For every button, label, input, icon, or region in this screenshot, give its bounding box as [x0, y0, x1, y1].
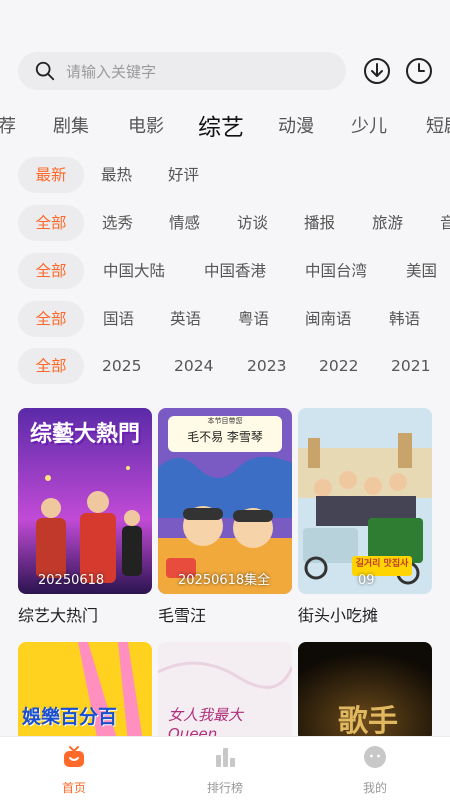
- card-title: 街头小吃摊: [298, 606, 379, 625]
- bottom-nav: 首页 排行榜 我的: [0, 736, 450, 800]
- filter-chip-genre-interview[interactable]: 访谈: [237, 205, 268, 241]
- filter-chip-language-korean[interactable]: 韩语: [389, 301, 420, 337]
- filter-chip-top-rated[interactable]: 好评: [168, 157, 199, 193]
- nav-home[interactable]: 首页: [34, 745, 114, 796]
- history-clock-icon[interactable]: [404, 56, 434, 86]
- poster-image[interactable]: 本节目带您 毛不易 李雪琴 20250618集全: [158, 408, 292, 594]
- filter-chip-genre-travel[interactable]: 旅游: [372, 205, 403, 241]
- poster-image[interactable]: 综藝大熱門 20250618: [18, 408, 152, 594]
- poster-image[interactable]: 女人我最大 Queen: [158, 642, 292, 742]
- poster-title-text: 歌手: [338, 704, 398, 739]
- poster-title-text: 综藝大熱門: [29, 422, 140, 447]
- category-tabs: 荐 剧集 电影 综艺 动漫 少儿 短剧: [0, 104, 450, 144]
- filter-chip-genre-all[interactable]: 全部: [18, 205, 84, 241]
- search-icon: [35, 61, 55, 81]
- tab-movie[interactable]: 电影: [128, 112, 164, 138]
- tab-kids[interactable]: 少儿: [351, 112, 387, 138]
- poster-image[interactable]: 길거리 맛집사 09: [298, 408, 432, 594]
- episode-badge: 20250618: [38, 573, 105, 588]
- filter-chip-year-all[interactable]: 全部: [18, 348, 84, 384]
- tab-anime[interactable]: 动漫: [278, 112, 314, 138]
- filter-chip-language-minnan[interactable]: 闽南语: [305, 301, 352, 337]
- filter-chip-region-mainland[interactable]: 中国大陆: [103, 253, 165, 289]
- nav-label: 我的: [362, 781, 387, 795]
- filter-chip-genre-broadcast[interactable]: 播报: [304, 205, 335, 241]
- filter-chip-region-taiwan[interactable]: 中国台湾: [305, 253, 367, 289]
- filter-row-year: 全部 2025 2024 2023 2022 2021: [0, 348, 450, 384]
- filter-chip-year-2025[interactable]: 2025: [102, 348, 141, 384]
- download-icon[interactable]: [362, 56, 392, 86]
- tab-series[interactable]: 剧集: [53, 112, 89, 138]
- filter-row-genre: 全部 选秀 情感 访谈 播报 旅游 音乐: [0, 205, 450, 241]
- filter-chip-language-english[interactable]: 英语: [170, 301, 201, 337]
- filter-chip-year-2024[interactable]: 2024: [174, 348, 213, 384]
- filter-chip-year-2022[interactable]: 2022: [319, 348, 358, 384]
- episode-badge: 20250618集全: [178, 573, 271, 588]
- profile-icon: [364, 746, 386, 768]
- tab-short-drama[interactable]: 短剧: [426, 112, 450, 138]
- poster-title-text: 娛樂百分百: [22, 706, 118, 728]
- tab-recommend[interactable]: 荐: [0, 112, 16, 138]
- search-row: 请输入关键字: [18, 52, 450, 90]
- card-title: 毛雪汪: [158, 606, 207, 625]
- filter-chip-year-2023[interactable]: 2023: [247, 348, 286, 384]
- filter-chip-language-mandarin[interactable]: 国语: [103, 301, 134, 337]
- poster-subtitle-text: 本节目带您: [207, 417, 243, 425]
- poster-title-text: 毛不易 李雪琴: [187, 430, 263, 444]
- ranking-icon: [216, 748, 235, 767]
- nav-ranking[interactable]: 排行榜: [185, 745, 265, 796]
- episode-badge: 09: [358, 573, 375, 588]
- filter-chip-language-cantonese[interactable]: 粤语: [238, 301, 269, 337]
- filter-row-language: 全部 国语 英语 粤语 闽南语 韩语: [0, 301, 450, 337]
- home-icon: [64, 746, 84, 767]
- poster-image[interactable]: 歌手: [298, 642, 432, 742]
- search-placeholder: 请输入关键字: [66, 62, 157, 81]
- tab-variety[interactable]: 综艺: [198, 108, 244, 142]
- filter-chip-genre-talent[interactable]: 选秀: [102, 205, 133, 241]
- filter-chip-region-all[interactable]: 全部: [18, 253, 84, 289]
- filter-chip-genre-emotion[interactable]: 情感: [169, 205, 200, 241]
- nav-profile[interactable]: 我的: [335, 745, 415, 796]
- filter-chip-region-hongkong[interactable]: 中国香港: [204, 253, 266, 289]
- filter-chip-year-2021[interactable]: 2021: [391, 348, 430, 384]
- filter-row-region: 全部 中国大陆 中国香港 中国台湾 美国: [0, 253, 450, 289]
- nav-label: 排行榜: [206, 781, 243, 795]
- search-input[interactable]: 请输入关键字: [18, 52, 346, 90]
- nav-label: 首页: [61, 781, 86, 795]
- filter-chip-hottest[interactable]: 最热: [101, 157, 132, 193]
- poster-image[interactable]: 娛樂百分百: [18, 642, 152, 742]
- filter-chip-genre-music[interactable]: 音乐: [440, 205, 450, 241]
- filter-chip-language-all[interactable]: 全部: [18, 301, 84, 337]
- card-title: 综艺大热门: [18, 606, 99, 625]
- filter-chip-region-usa[interactable]: 美国: [406, 253, 437, 289]
- poster-title-text: 길거리 맛집사: [355, 559, 409, 569]
- filter-row-sort: 最新 最热 好评: [0, 157, 450, 193]
- filter-chip-latest[interactable]: 最新: [18, 157, 84, 193]
